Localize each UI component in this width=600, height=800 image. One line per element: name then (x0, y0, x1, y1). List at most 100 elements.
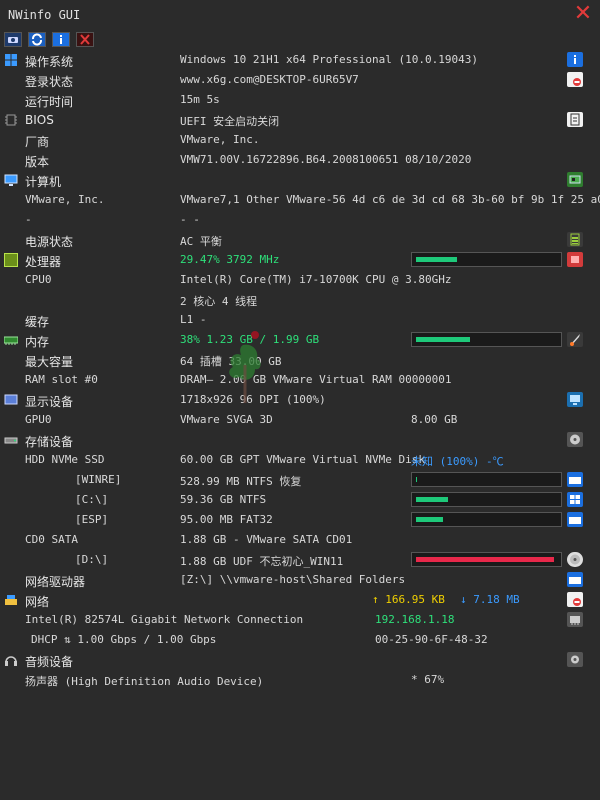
computer-row[interactable]: 计算机 (0, 170, 600, 190)
optical-disc-icon[interactable] (567, 552, 583, 567)
os-row[interactable]: 操作系统 Windows 10 21H1 x64 Professional (1… (0, 50, 600, 70)
user-block-icon[interactable] (567, 72, 583, 87)
partition-usage-bar (411, 472, 562, 487)
network-download: ↓ 7.18 MB (460, 593, 520, 606)
partition-usage-bar (411, 492, 562, 507)
partition-usage-bar (411, 512, 562, 527)
window-icon[interactable] (567, 512, 583, 527)
cpu-usage-fill (416, 257, 457, 262)
window-icon[interactable] (567, 572, 583, 587)
hdd-status: 未知 (100%) -℃ (411, 455, 504, 468)
os-label: 操作系统 (25, 55, 74, 69)
memory-row[interactable]: 内存 38% 1.23 GB / 1.99 GB (0, 330, 600, 350)
info-icon[interactable] (52, 32, 70, 47)
network-upload: ↑ 166.95 KB (372, 593, 445, 606)
document-icon[interactable] (567, 112, 583, 127)
version-row: 版本 VMW71.00V.16722896.B64.2008100651 08/… (0, 150, 600, 170)
version-value: VMW71.00V.16722896.B64.2008100651 08/10/… (180, 153, 472, 166)
memory-usage-fill (416, 337, 470, 342)
dash-label: - (25, 213, 32, 226)
cpu0-value: Intel(R) Core(TM) i7-10700K CPU @ 3.80GH… (180, 273, 452, 286)
display-label: 显示设备 (25, 395, 74, 409)
partition-usage-fill (416, 517, 443, 522)
uptime-row: 运行时间 15m 5s (0, 90, 600, 110)
user-block-icon[interactable] (567, 592, 583, 607)
network-card-icon[interactable] (567, 612, 583, 627)
speaker-row: 扬声器 (High Definition Audio Device) * 67% (0, 670, 600, 690)
login-row[interactable]: 登录状态 www.x6g.com@DESKTOP-6UR65V7 (0, 70, 600, 90)
speaker-label: 扬声器 (High Definition Audio Device) (25, 675, 264, 688)
netdrive-value: [Z:\] \\vmware-host\Shared Folders (180, 573, 406, 586)
drive-icon (4, 433, 18, 447)
disk-icon[interactable] (567, 432, 583, 447)
gpu-label: GPU0 (25, 413, 52, 426)
vendor-row: 厂商 VMware, Inc. (0, 130, 600, 150)
audio-label: 音频设备 (25, 655, 74, 669)
memory-label: 内存 (25, 335, 50, 349)
cpu0-label: CPU0 (25, 273, 52, 286)
dash-value: - - (180, 213, 200, 226)
cpu-label: 处理器 (25, 255, 62, 269)
bios-value: UEFI 安全启动关闭 (180, 115, 280, 128)
cpu-row[interactable]: 处理器 29.47% 3792 MHz (0, 250, 600, 270)
netdrive-row[interactable]: 网络驱动器 [Z:\] \\vmware-host\Shared Folders (0, 570, 600, 590)
cd-usage-fill (416, 557, 554, 562)
bios-row[interactable]: BIOS UEFI 安全启动关闭 (0, 110, 600, 130)
adapter-label: Intel(R) 82574L Gigabit Network Connecti… (25, 613, 304, 626)
partition-row[interactable]: [ESP] 95.00 MB FAT32 (0, 510, 600, 530)
rocket-icon[interactable] (567, 332, 583, 347)
cd-row: CD0 SATA 1.88 GB - VMware SATA CD01 (0, 530, 600, 550)
gpu-memory: 8.00 GB (411, 413, 458, 426)
uptime-label: 运行时间 (25, 95, 74, 109)
watermark-logo (229, 331, 261, 403)
refresh-icon[interactable] (28, 32, 46, 47)
speaker-icon[interactable] (567, 652, 583, 667)
cpu-chip-icon[interactable] (567, 252, 583, 267)
processor-icon (4, 253, 18, 267)
maker-value: VMware7,1 Other VMware-56 4d c6 de 3d cd… (180, 193, 600, 206)
dhcp-label: DHCP ⇅ 1.00 Gbps / 1.00 Gbps (31, 633, 217, 646)
screen-icon[interactable] (567, 392, 583, 407)
hdd-value: 60.00 GB GPT VMware Virtual NVMe Disk (180, 453, 426, 466)
partition-row[interactable]: [C:\] 59.36 GB NTFS (0, 490, 600, 510)
dhcp-row: DHCP ⇅ 1.00 Gbps / 1.00 Gbps 00-25-90-6F… (0, 630, 600, 650)
power-value: AC 平衡 (180, 235, 222, 248)
info-icon[interactable] (567, 52, 583, 67)
mac-address: 00-25-90-6F-48-32 (375, 633, 488, 646)
vendor-label: 厂商 (25, 135, 50, 149)
storage-row[interactable]: 存储设备 (0, 430, 600, 450)
partition-row[interactable]: [WINRE] 528.99 MB NTFS 恢复 (0, 470, 600, 490)
windows-icon[interactable] (567, 492, 583, 507)
cache-value: L1 - (180, 313, 207, 326)
bios-label: BIOS (25, 113, 54, 127)
camera-icon[interactable] (4, 32, 22, 47)
audio-row[interactable]: 音频设备 (0, 650, 600, 670)
motherboard-icon[interactable] (567, 172, 583, 187)
network-icon (4, 593, 18, 607)
delete-icon[interactable] (76, 32, 94, 47)
computer-label: 计算机 (25, 175, 62, 189)
cd-partition-row[interactable]: [D:\] 1.88 GB UDF 不忘初心_WIN11 (0, 550, 600, 570)
cpu-value: 29.47% 3792 MHz (180, 253, 280, 266)
cpu0-row: CPU0 Intel(R) Core(TM) i7-10700K CPU @ 3… (0, 270, 600, 290)
ram-icon (3, 333, 19, 347)
netdrive-label: 网络驱动器 (25, 575, 86, 589)
adapter-row[interactable]: Intel(R) 82574L Gigabit Network Connecti… (0, 610, 600, 630)
uptime-value: 15m 5s (180, 93, 220, 106)
battery-icon[interactable] (567, 232, 583, 247)
close-button[interactable]: ✕ (572, 3, 594, 26)
partition-usage-fill (416, 477, 417, 482)
cores-row: 2 核心 4 线程 (0, 290, 600, 310)
partition-label: [WINRE] (75, 473, 122, 486)
memory-usage-bar (411, 332, 562, 347)
network-row[interactable]: 网络 ↑ 166.95 KB ↓ 7.18 MB (0, 590, 600, 610)
window-icon[interactable] (567, 472, 583, 487)
window-title: NWinfo GUI (8, 8, 81, 22)
ram-slot-label: RAM slot #0 (25, 373, 98, 386)
network-label: 网络 (25, 595, 50, 609)
max-capacity-row: 最大容量 64 插槽 33.00 GB (0, 350, 600, 370)
max-capacity-label: 最大容量 (25, 355, 74, 369)
cache-row: 缓存 L1 - (0, 310, 600, 330)
power-row[interactable]: 电源状态 AC 平衡 (0, 230, 600, 250)
display-row[interactable]: 显示设备 1718x926 96 DPI (100%) (0, 390, 600, 410)
